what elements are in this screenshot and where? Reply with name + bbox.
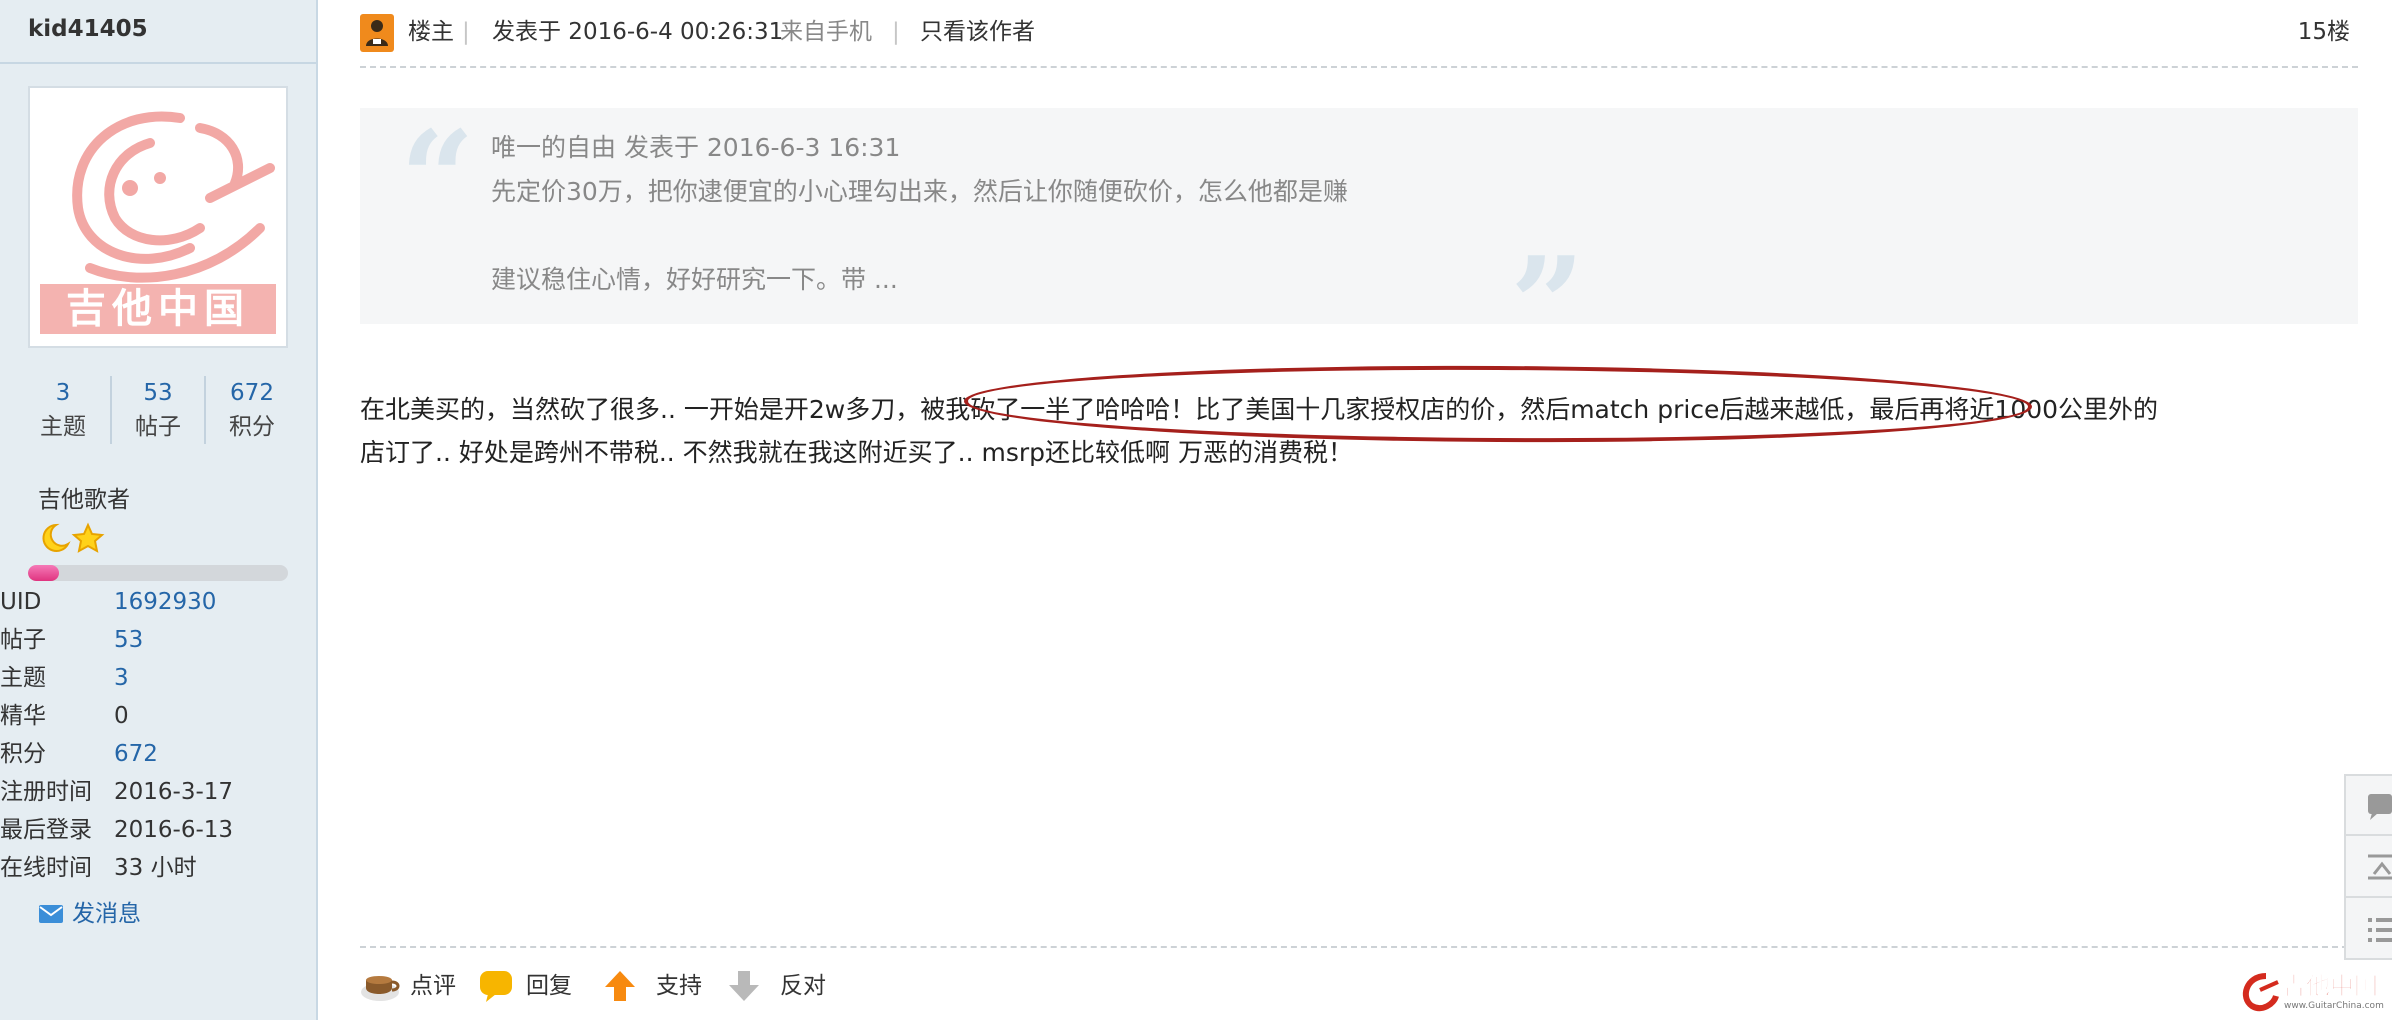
separator: | <box>892 19 900 45</box>
stat-topics-label: 主题 <box>40 414 86 440</box>
avatar-caption: 吉他中国 <box>40 284 276 334</box>
info-key: 帖子 <box>0 627 46 653</box>
user-stats: 3 主题 53 帖子 672 积分 <box>0 376 316 448</box>
quick-reply-button[interactable] <box>2346 776 2392 836</box>
stat-points-count[interactable]: 672 <box>205 376 299 410</box>
info-key: 精华 <box>0 703 46 729</box>
info-key: 积分 <box>0 741 46 767</box>
moon-icon <box>42 523 71 552</box>
support-label: 支持 <box>656 973 702 999</box>
separator: | <box>462 19 470 45</box>
reply-label: 回复 <box>526 973 572 999</box>
speech-bubble-icon <box>480 971 512 1002</box>
list-view-button[interactable] <box>2346 900 2392 960</box>
teacup-icon <box>361 976 400 1001</box>
logo-text: 吉他中国 <box>2282 972 2378 1000</box>
floor-number[interactable]: 15楼 <box>2298 12 2350 52</box>
info-row: 积分 672 <box>0 736 316 772</box>
info-value[interactable]: 672 <box>114 736 158 772</box>
stat-points[interactable]: 672 积分 <box>205 376 299 444</box>
divider <box>360 66 2358 68</box>
info-value: 2016-3-17 <box>114 779 234 805</box>
quote-block: “ 唯一的自由 发表于 2016-6-3 16:31 先定价30万，把你逮便宜的… <box>360 102 2358 370</box>
info-key: 最后登录 <box>0 817 92 843</box>
star-icon <box>71 522 105 553</box>
logo-subtext: www.GuitarChina.com <box>2284 1001 2384 1011</box>
side-toolbar <box>2344 774 2392 960</box>
divider <box>0 62 316 64</box>
info-key: 在线时间 <box>0 855 92 881</box>
info-value: 2016-6-13 <box>114 817 234 843</box>
to-top-icon <box>2368 854 2392 880</box>
stat-topics[interactable]: 3 主题 <box>16 376 110 444</box>
info-key: 注册时间 <box>0 779 92 805</box>
info-value: 33 小时 <box>114 855 197 881</box>
rank-icons <box>38 522 108 553</box>
author-only-link[interactable]: 只看该作者 <box>920 12 1035 52</box>
info-row: 主题 3 <box>0 660 316 696</box>
open-quote-icon: “ <box>400 102 475 255</box>
send-message-link[interactable]: 发消息 <box>38 896 141 932</box>
rank-progress-fill <box>28 565 60 581</box>
username[interactable]: kid41405 <box>28 16 148 42</box>
rank-progress-bar <box>28 565 288 581</box>
info-value[interactable]: 3 <box>114 660 129 696</box>
info-row: 在线时间 33 小时 <box>0 850 316 886</box>
rank-title[interactable]: 吉他歌者 <box>38 480 130 514</box>
info-value[interactable]: 53 <box>114 622 143 658</box>
owner-label: 楼主 <box>408 19 454 45</box>
divider <box>360 946 2358 948</box>
comment-icon <box>2368 794 2392 820</box>
stat-posts-count[interactable]: 53 <box>111 376 205 410</box>
oppose-label: 反对 <box>780 973 826 999</box>
post-source: 来自手机 <box>780 19 872 45</box>
info-row: UID 1692930 <box>0 584 316 620</box>
quote-line[interactable]: 建议稳住心情，好好研究一下。带 ... <box>491 260 898 300</box>
stat-posts-label: 帖子 <box>135 414 181 440</box>
send-message-label: 发消息 <box>72 901 141 927</box>
comment-label: 点评 <box>410 973 456 999</box>
info-row: 帖子 53 <box>0 622 316 658</box>
avatar[interactable]: 吉他中国 <box>28 86 288 348</box>
post-header: 楼主 | 发表于 2016-6-4 00:26:31 来自手机 | 只看该作者 … <box>360 12 2350 52</box>
stat-posts[interactable]: 53 帖子 <box>111 376 205 444</box>
owner-icon <box>360 14 394 52</box>
info-value: 0 <box>114 703 129 729</box>
quote-line: 先定价30万，把你逮便宜的小心理勾出来，然后让你随便砍价，怎么他都是赚 <box>491 177 1348 206</box>
stat-points-label: 积分 <box>229 414 275 440</box>
arrow-down-icon <box>729 971 759 1001</box>
info-key: UID <box>0 589 42 615</box>
info-key: 主题 <box>0 665 46 691</box>
site-watermark-logo: 吉他中国 www.GuitarChina.com <box>2238 968 2392 1014</box>
back-to-top-button[interactable] <box>2346 838 2392 898</box>
list-icon <box>2368 918 2392 942</box>
user-sidebar: kid41405 吉他中国 3 主题 53 帖子 672 积分 吉他歌者 UID… <box>0 0 318 1020</box>
stat-topics-count[interactable]: 3 <box>16 376 110 410</box>
arrow-up-icon <box>605 971 635 1001</box>
envelope-icon <box>39 905 63 923</box>
quote-author: 唯一的自由 发表于 2016-6-3 16:31 <box>491 133 901 162</box>
info-row: 注册时间 2016-3-17 <box>0 774 316 810</box>
close-quote-icon: ” <box>1510 228 1585 381</box>
info-row: 最后登录 2016-6-13 <box>0 812 316 848</box>
info-row: 精华 0 <box>0 698 316 734</box>
info-value[interactable]: 1692930 <box>114 584 216 620</box>
post-time: 发表于 2016-6-4 00:26:31 <box>492 19 784 45</box>
